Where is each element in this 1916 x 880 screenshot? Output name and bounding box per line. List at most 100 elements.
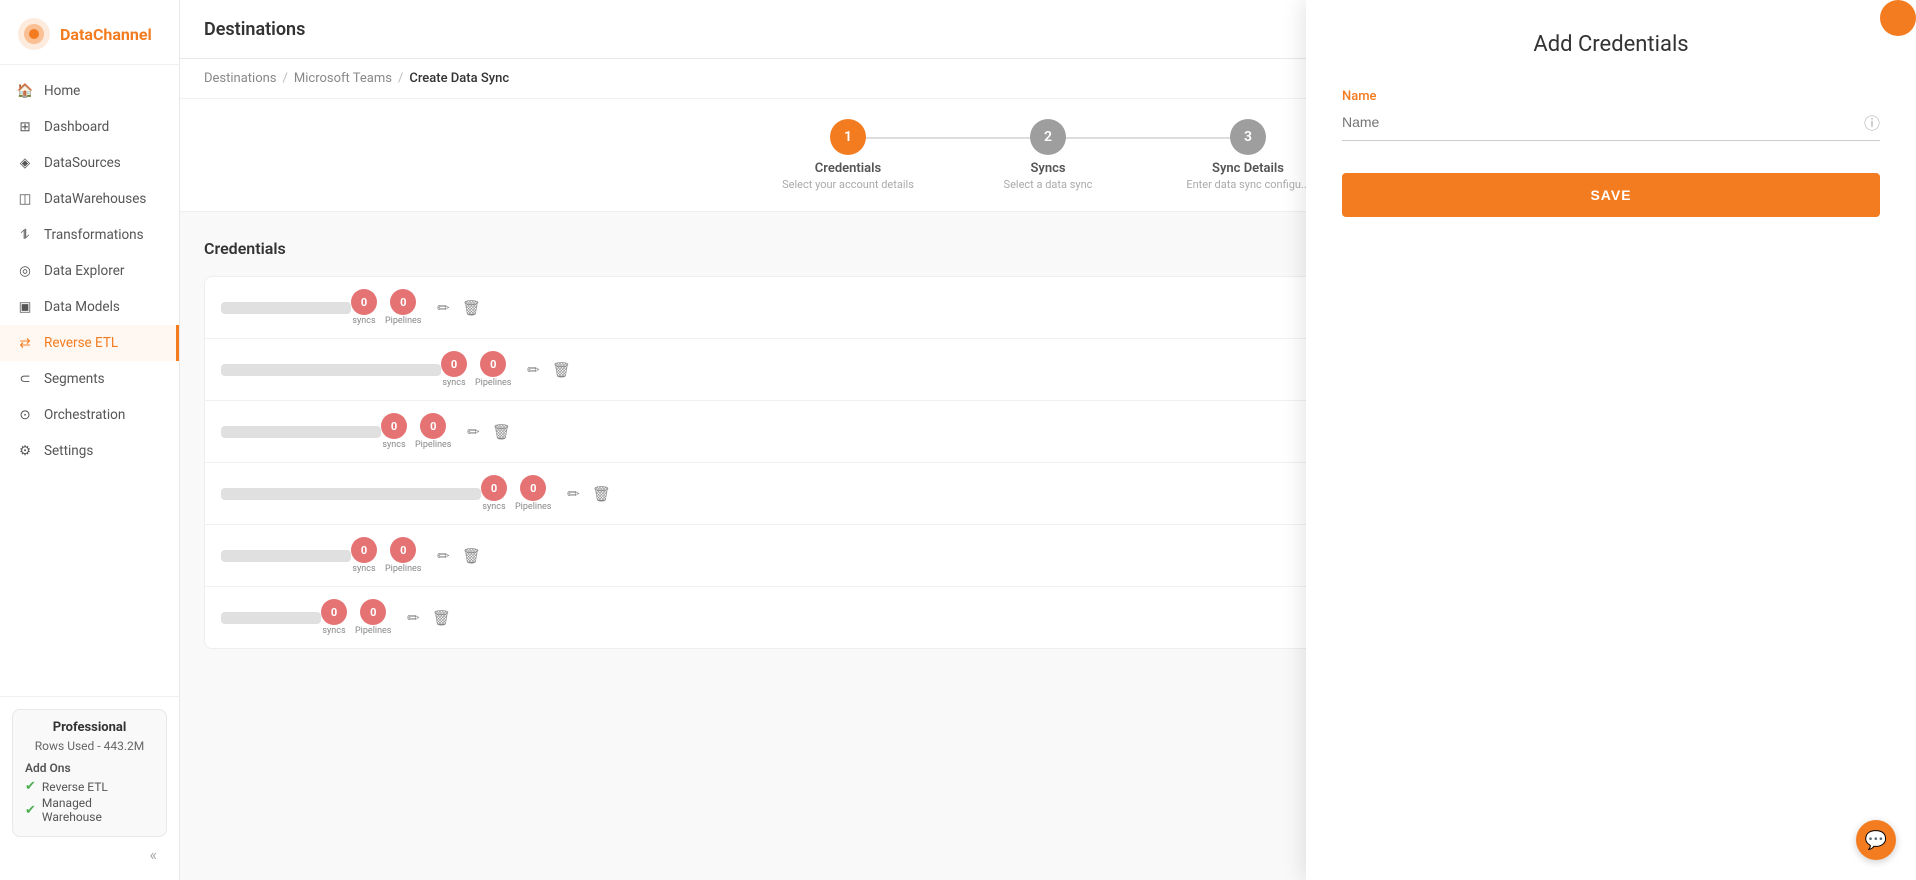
info-icon[interactable]: ⓘ xyxy=(1864,110,1880,134)
sidebar-item-data-models[interactable]: ▣ Data Models xyxy=(0,289,179,325)
syncs-badge: 0 syncs xyxy=(351,289,377,326)
step-label-0: Credentials xyxy=(815,161,881,176)
cred-badges: 0 syncs 0 Pipelines xyxy=(351,537,421,574)
home-icon: 🏠 xyxy=(16,82,34,100)
pipelines-label: Pipelines xyxy=(475,378,511,388)
addon-item: ✔Reverse ETL xyxy=(25,779,154,794)
addons-title: Add Ons xyxy=(25,761,154,775)
cred-name-placeholder xyxy=(221,302,351,314)
sidebar-item-transformations[interactable]: ⥮Transformations xyxy=(0,217,179,253)
step-sublabel-0: Select your account details xyxy=(782,178,914,191)
sidebar-item-reverse-etl[interactable]: ⇄ Reverse ETL xyxy=(0,325,179,361)
sidebar-item-data-explorer[interactable]: ◎ Data Explorer xyxy=(0,253,179,289)
sidebar-item-label: Settings xyxy=(44,443,93,459)
chat-bubble[interactable]: 💬 xyxy=(1856,820,1896,860)
sidebar-item-label: Reverse ETL xyxy=(44,335,118,351)
data-explorer-icon: ◎ xyxy=(16,262,34,280)
sidebar-item-label: DataSources xyxy=(44,155,121,171)
pipelines-badge: 0 Pipelines xyxy=(355,599,391,636)
data-models-icon: ▣ xyxy=(16,298,34,316)
step-circle-0[interactable]: 1 xyxy=(830,119,866,155)
breadcrumb-current: Create Data Sync xyxy=(409,71,509,86)
edit-button[interactable]: ✏ xyxy=(559,480,587,508)
save-button[interactable]: SAVE xyxy=(1342,173,1880,217)
addon-list: ✔Reverse ETL✔Managed Warehouse xyxy=(25,779,154,824)
cred-name-placeholder xyxy=(221,488,481,500)
reverse-etl-icon: ⇄ xyxy=(16,334,34,352)
sidebar-nav: 🏠Home⊞Dashboard◈DataSources◫DataWarehous… xyxy=(0,65,179,696)
delete-button[interactable]: 🗑 xyxy=(547,356,575,384)
logo: DataChannel xyxy=(0,0,179,65)
name-input[interactable] xyxy=(1342,114,1864,130)
syncs-count: 0 xyxy=(441,351,467,377)
datawarehouses-icon: ◫ xyxy=(16,190,34,208)
pipelines-label: Pipelines xyxy=(355,626,391,636)
pipelines-label: Pipelines xyxy=(515,502,551,512)
cred-badges: 0 syncs 0 Pipelines xyxy=(441,351,511,388)
syncs-label: syncs xyxy=(352,564,375,574)
syncs-count: 0 xyxy=(351,289,377,315)
segments-icon: ⊂ xyxy=(16,370,34,388)
syncs-badge: 0 syncs xyxy=(381,413,407,450)
cred-badges: 0 syncs 0 Pipelines xyxy=(481,475,551,512)
sidebar-item-datasources[interactable]: ◈DataSources xyxy=(0,145,179,181)
sidebar-item-orchestration[interactable]: ⊙ Orchestration xyxy=(0,397,179,433)
sidebar-item-label: Data Models xyxy=(44,299,120,315)
pipelines-label: Pipelines xyxy=(415,440,451,450)
edit-button[interactable]: ✏ xyxy=(519,356,547,384)
breadcrumb-link[interactable]: Microsoft Teams xyxy=(294,71,392,86)
syncs-label: syncs xyxy=(442,378,465,388)
pipelines-badge: 0 Pipelines xyxy=(385,289,421,326)
breadcrumb-link[interactable]: Destinations xyxy=(204,71,277,86)
edit-button[interactable]: ✏ xyxy=(399,604,427,632)
step-circle-2: 3 xyxy=(1230,119,1266,155)
main-content: Destinations 🔍 Destinations/Microsoft Te… xyxy=(180,0,1916,880)
edit-button[interactable]: ✏ xyxy=(459,418,487,446)
delete-button[interactable]: 🗑 xyxy=(487,418,515,446)
edit-button[interactable]: ✏ xyxy=(429,294,457,322)
orchestration-icon: ⊙ xyxy=(16,406,34,424)
name-input-wrapper: ⓘ xyxy=(1342,110,1880,141)
pipelines-count: 0 xyxy=(390,289,416,315)
cred-name-placeholder xyxy=(221,612,321,624)
sidebar-item-segments[interactable]: ⊂ Segments xyxy=(0,361,179,397)
plan-box: Professional Rows Used - 443.2M Add Ons … xyxy=(12,709,167,837)
sidebar-item-settings[interactable]: ⚙ Settings xyxy=(0,433,179,469)
sidebar-item-label: Dashboard xyxy=(44,119,109,135)
logo-text: DataChannel xyxy=(60,25,152,44)
delete-button[interactable]: 🗑 xyxy=(457,294,485,322)
logo-icon xyxy=(16,16,52,52)
settings-icon: ⚙ xyxy=(16,442,34,460)
sidebar: DataChannel 🏠Home⊞Dashboard◈DataSources◫… xyxy=(0,0,180,880)
syncs-count: 0 xyxy=(381,413,407,439)
sidebar-item-datawarehouses[interactable]: ◫DataWarehouses xyxy=(0,181,179,217)
pipelines-count: 0 xyxy=(390,537,416,563)
sidebar-item-label: Segments xyxy=(44,371,105,387)
step-label-1: Syncs xyxy=(1030,161,1065,176)
sidebar-item-dashboard[interactable]: ⊞Dashboard xyxy=(0,109,179,145)
edit-button[interactable]: ✏ xyxy=(429,542,457,570)
delete-button[interactable]: 🗑 xyxy=(457,542,485,570)
step-sublabel-1: Select a data sync xyxy=(1004,178,1093,191)
page-title: Destinations xyxy=(204,19,305,40)
cred-badges: 0 syncs 0 Pipelines xyxy=(381,413,451,450)
sidebar-collapse[interactable]: « xyxy=(12,837,167,868)
delete-button[interactable]: 🗑 xyxy=(587,480,615,508)
sidebar-item-label: Orchestration xyxy=(44,407,125,423)
delete-button[interactable]: 🗑 xyxy=(427,604,455,632)
step-label-2: Sync Details xyxy=(1212,161,1284,176)
step-circle-1: 2 xyxy=(1030,119,1066,155)
pipelines-count: 0 xyxy=(360,599,386,625)
pipelines-count: 0 xyxy=(520,475,546,501)
sidebar-item-label: Data Explorer xyxy=(44,263,124,279)
sidebar-bottom: Professional Rows Used - 443.2M Add Ons … xyxy=(0,696,179,880)
breadcrumb-separator: / xyxy=(398,71,403,86)
step-1: 2 Syncs Select a data sync xyxy=(948,119,1148,191)
cred-badges: 0 syncs 0 Pipelines xyxy=(321,599,391,636)
collapse-icon[interactable]: « xyxy=(149,845,157,864)
pipelines-label: Pipelines xyxy=(385,564,421,574)
sidebar-item-home[interactable]: 🏠Home xyxy=(0,73,179,109)
syncs-label: syncs xyxy=(482,502,505,512)
syncs-count: 0 xyxy=(321,599,347,625)
panel-title: Add Credentials xyxy=(1342,32,1880,57)
